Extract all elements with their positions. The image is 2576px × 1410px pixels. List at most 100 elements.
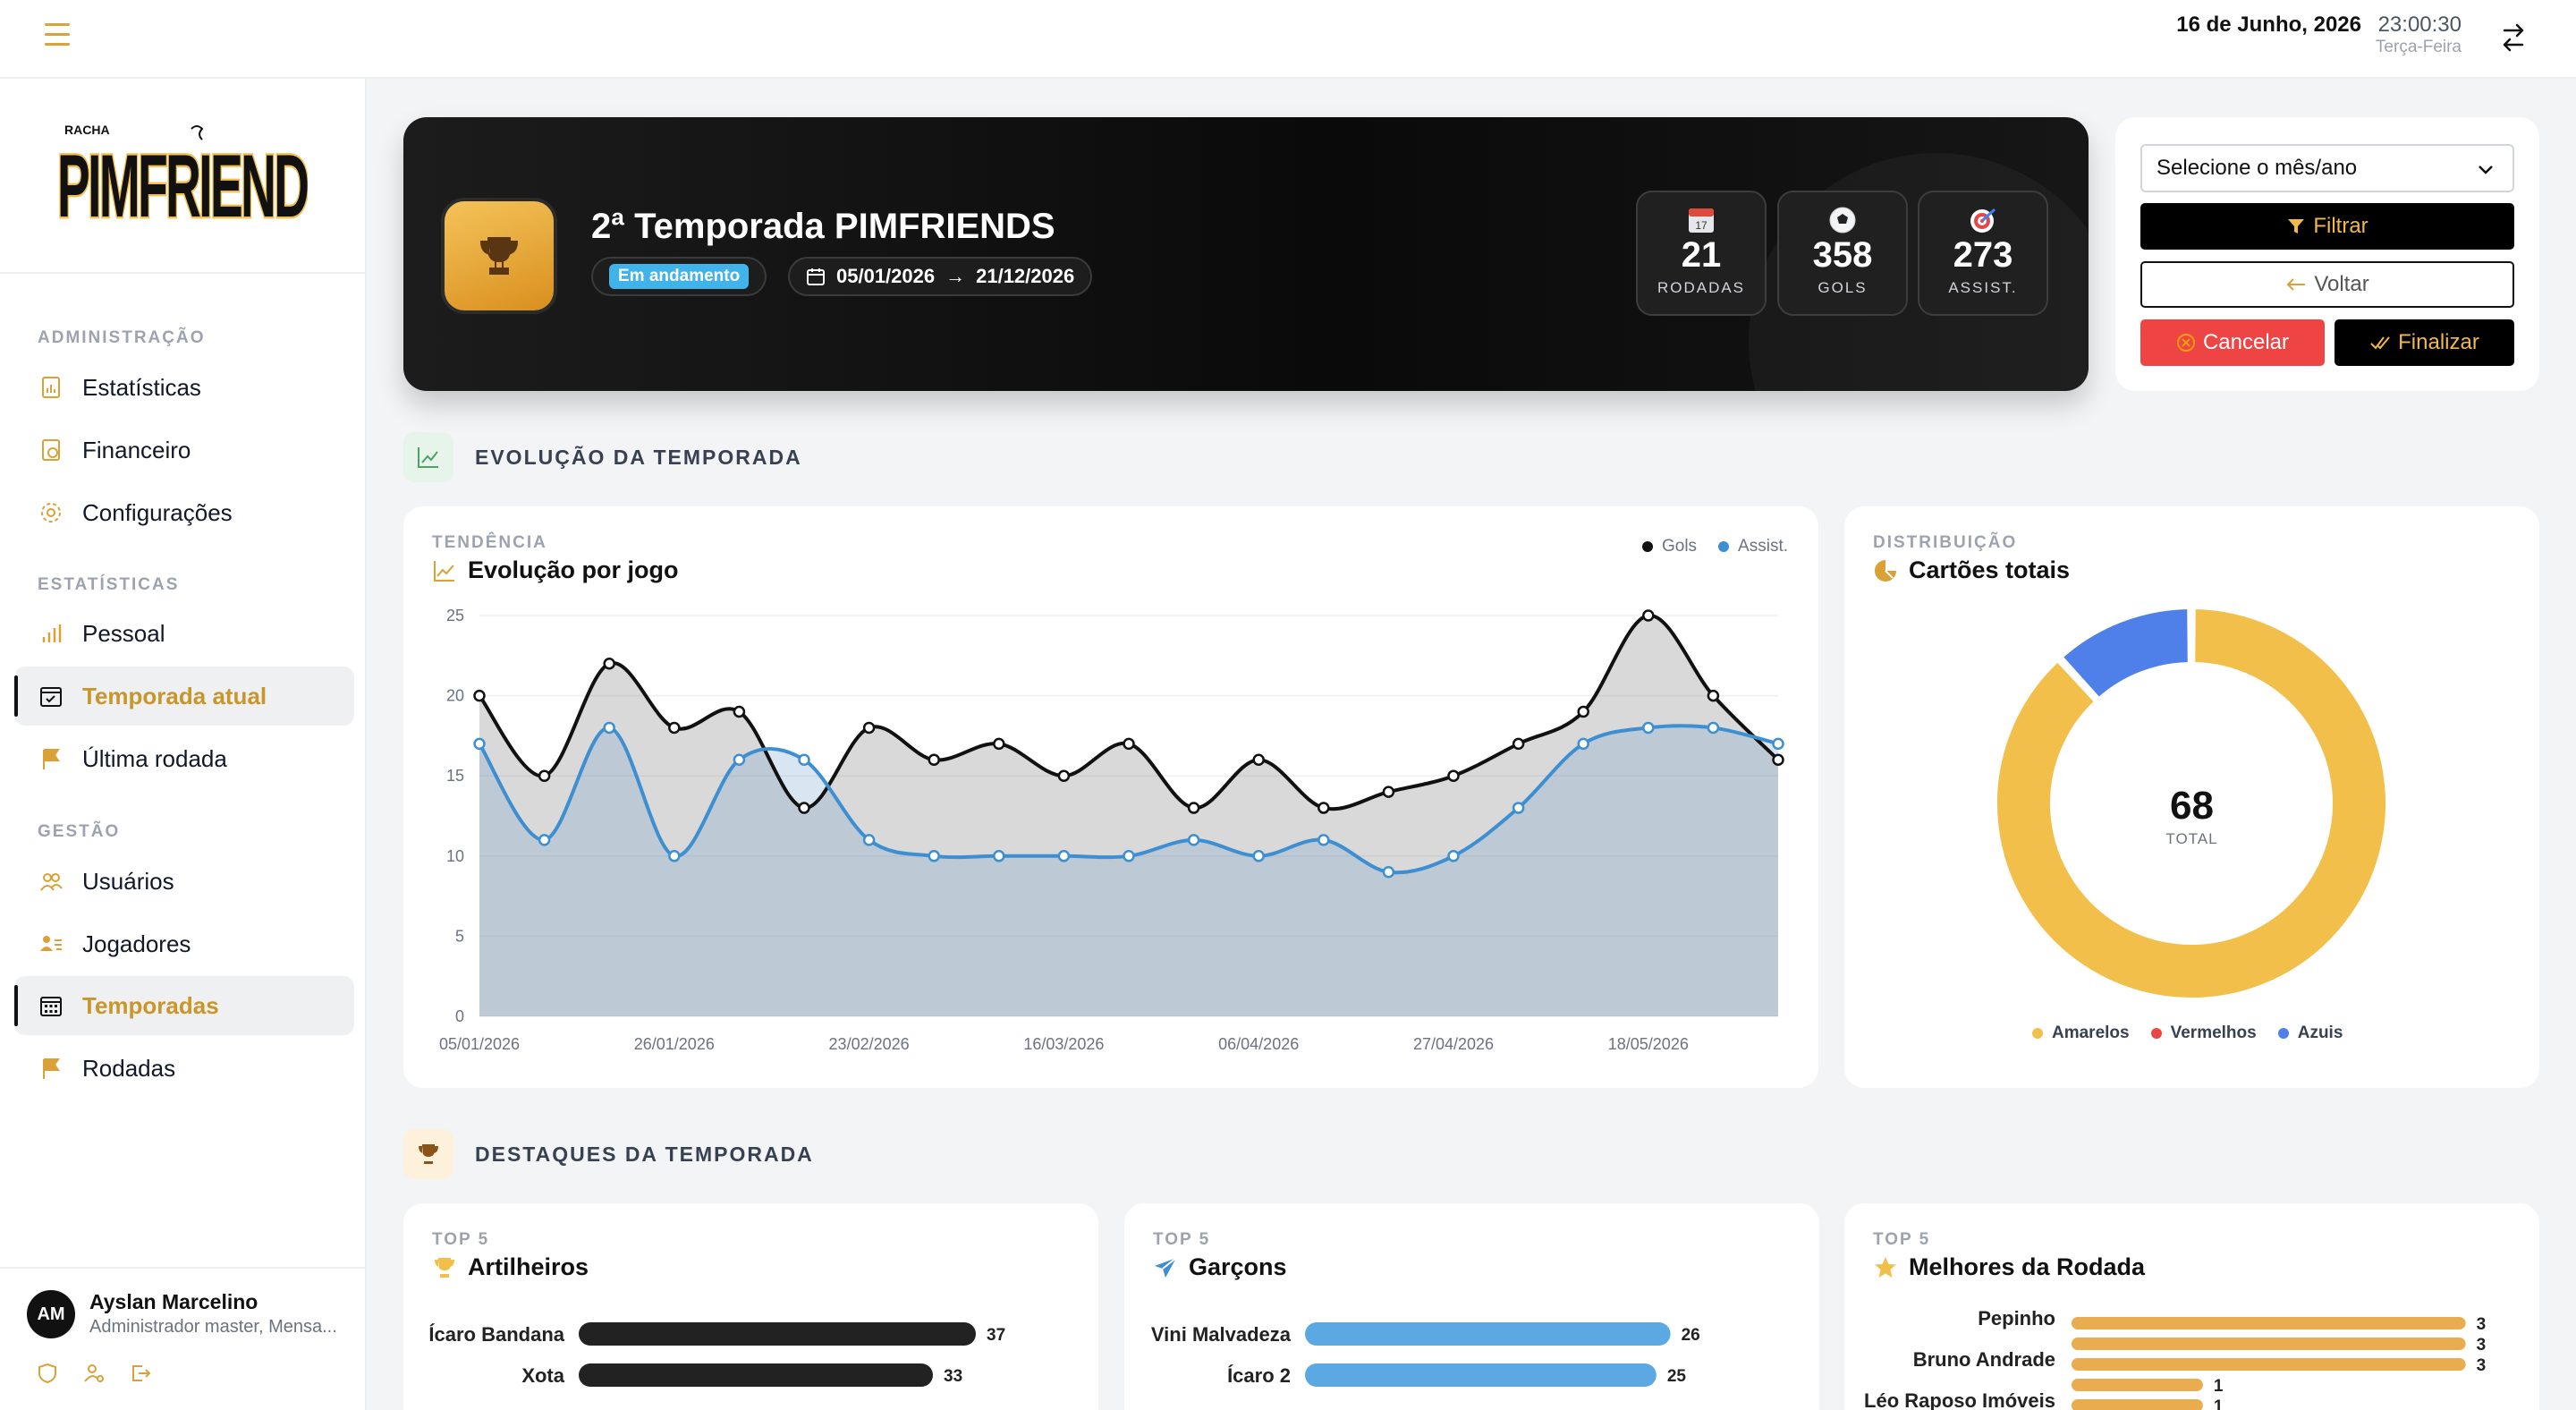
data-point bbox=[538, 834, 551, 846]
bar-value: 37 bbox=[987, 1326, 1005, 1345]
svg-text:17: 17 bbox=[1695, 219, 1707, 232]
cards-distribution-card: DISTRIBUIÇÃO Cartões totais 68 TOTAL Ama… bbox=[1844, 506, 2539, 1088]
sidebar-item-estatisticas[interactable]: Estatísticas bbox=[14, 358, 354, 417]
user-settings-icon[interactable] bbox=[82, 1362, 106, 1385]
bar-category-label: Bruno Andrade bbox=[1913, 1348, 2055, 1371]
x-tick-label: 18/05/2026 bbox=[1608, 1035, 1689, 1053]
legend-azuis[interactable]: Azuis bbox=[2277, 1024, 2343, 1043]
y-tick-label: 15 bbox=[446, 767, 464, 785]
sidebar-item-rodadas[interactable]: Rodadas bbox=[14, 1039, 354, 1098]
data-point bbox=[603, 658, 615, 670]
chevron-down-icon bbox=[2479, 166, 2493, 174]
data-point bbox=[1642, 609, 1655, 622]
current-weekday: Terça-Feira bbox=[2375, 38, 2462, 56]
data-point bbox=[1187, 834, 1200, 846]
back-button[interactable]: Voltar bbox=[2140, 261, 2514, 308]
sidebar-item-usuarios[interactable]: Usuários bbox=[14, 852, 354, 911]
bar bbox=[1305, 1363, 1657, 1387]
bar-value: 3 bbox=[2477, 1336, 2487, 1355]
gear-icon bbox=[38, 499, 64, 526]
data-point bbox=[1577, 705, 1589, 718]
user-actions bbox=[36, 1362, 152, 1385]
bar-value: 3 bbox=[2477, 1356, 2487, 1375]
swap-arrows-icon[interactable] bbox=[2496, 20, 2531, 55]
data-point bbox=[733, 705, 746, 718]
month-year-select[interactable]: Selecione o mês/ano bbox=[2140, 144, 2514, 192]
donut-total-label: TOTAL bbox=[2165, 830, 2218, 847]
data-point bbox=[993, 850, 1005, 862]
data-point bbox=[1707, 721, 1720, 735]
data-point bbox=[1057, 850, 1071, 862]
shield-icon[interactable] bbox=[36, 1362, 59, 1385]
sidebar-item-label: Última rodada bbox=[82, 744, 227, 772]
sidebar-item-financeiro[interactable]: Financeiro bbox=[14, 420, 354, 480]
bar-category-label: Pepinho bbox=[1978, 1307, 2055, 1329]
end-date: 21/12/2026 bbox=[976, 265, 1075, 287]
y-tick-label: 0 bbox=[455, 1007, 464, 1025]
season-header-card: 2ª Temporada PIMFRIENDS Em andamento 05/… bbox=[403, 117, 2089, 391]
sidebar-item-temporada-atual[interactable]: Temporada atual bbox=[14, 667, 354, 726]
best-of-round-card: TOP 5 Melhores da Rodada 3 Pepinho 3 3 Bruno… bbox=[1844, 1203, 2539, 1410]
x-tick-label: 27/04/2026 bbox=[1413, 1035, 1494, 1053]
stat-rodadas: 17 21 RODADAS bbox=[1636, 191, 1767, 316]
sidebar-item-label: Pessoal bbox=[82, 619, 165, 647]
legend-amarelos[interactable]: Amarelos bbox=[2032, 1024, 2130, 1043]
data-point bbox=[862, 834, 876, 846]
y-tick-label: 5 bbox=[455, 927, 464, 945]
stat-gols: 358 GOLS bbox=[1777, 191, 1908, 316]
bar-value: 33 bbox=[944, 1367, 962, 1386]
status-badge: Em andamento bbox=[591, 257, 767, 296]
stat-assist: 273 ASSIST. bbox=[1918, 191, 2048, 316]
money-document-icon bbox=[38, 437, 64, 463]
season-date-range: 05/01/2026 → 21/12/2026 bbox=[788, 257, 1093, 296]
bar-value: 1 bbox=[2214, 1397, 2224, 1410]
calendar-grid-icon bbox=[38, 992, 64, 1019]
bar-category-label: Vini Malvadeza bbox=[1151, 1323, 1292, 1346]
bar bbox=[2072, 1399, 2203, 1410]
x-tick-label: 06/04/2026 bbox=[1218, 1035, 1299, 1053]
cancel-button[interactable]: Cancelar bbox=[2140, 319, 2325, 366]
sidebar-item-jogadores[interactable]: Jogadores bbox=[14, 914, 354, 973]
data-point bbox=[1512, 802, 1525, 814]
sidebar-item-pessoal[interactable]: Pessoal bbox=[14, 604, 354, 663]
data-point bbox=[1187, 802, 1200, 814]
nav-group-gestao: GESTÃO bbox=[38, 822, 121, 841]
y-tick-label: 25 bbox=[446, 607, 464, 624]
legend-vermelhos[interactable]: Vermelhos bbox=[2150, 1024, 2257, 1043]
avatar[interactable]: AM bbox=[27, 1290, 75, 1338]
bar-value: 3 bbox=[2477, 1315, 2487, 1334]
date-arrow: → bbox=[945, 265, 966, 287]
finalize-button[interactable]: Finalizar bbox=[2334, 319, 2514, 366]
nav-group-estatisticas: ESTATÍSTICAS bbox=[38, 575, 180, 594]
filter-button[interactable]: Filtrar bbox=[2140, 203, 2514, 250]
sidebar-item-configuracoes[interactable]: Configurações bbox=[14, 483, 354, 542]
bar-value: 1 bbox=[2214, 1377, 2224, 1396]
current-time: 23:00:30 bbox=[2377, 13, 2462, 37]
data-point bbox=[798, 802, 810, 814]
menu-icon[interactable] bbox=[45, 23, 73, 50]
bar bbox=[2072, 1379, 2203, 1391]
calendar-icon bbox=[807, 268, 825, 285]
data-point bbox=[1707, 689, 1720, 702]
donut-legend: Amarelos Vermelhos Azuis bbox=[2032, 1024, 2343, 1043]
sidebar-item-temporadas[interactable]: Temporadas bbox=[14, 976, 354, 1035]
data-point bbox=[733, 753, 746, 767]
logout-icon[interactable] bbox=[129, 1362, 152, 1385]
x-tick-label: 16/03/2026 bbox=[1023, 1035, 1104, 1053]
data-point bbox=[928, 850, 940, 862]
data-point bbox=[1057, 769, 1071, 782]
sidebar-item-ultima-rodada[interactable]: Última rodada bbox=[14, 729, 354, 788]
top-assists-card: TOP 5 Garçons 26 Vini Malvadeza 25 Ícaro 2 bbox=[1124, 1203, 1819, 1410]
filter-card: Selecione o mês/ano Filtrar Voltar Cance… bbox=[2115, 117, 2539, 391]
donut-total-value: 68 bbox=[2170, 784, 2214, 828]
stat-label: GOLS bbox=[1818, 279, 1868, 296]
sidebar-item-label: Usuários bbox=[82, 867, 174, 895]
bar bbox=[2072, 1338, 2466, 1350]
data-point bbox=[1123, 850, 1135, 862]
sidebar-item-label: Estatísticas bbox=[82, 373, 201, 401]
data-point bbox=[798, 753, 810, 767]
pimfriends-logo[interactable]: RACHA PIMFRIENDS bbox=[57, 120, 308, 236]
logo-area: RACHA PIMFRIENDS bbox=[0, 79, 365, 274]
data-point bbox=[862, 721, 876, 735]
data-point bbox=[1512, 737, 1525, 751]
